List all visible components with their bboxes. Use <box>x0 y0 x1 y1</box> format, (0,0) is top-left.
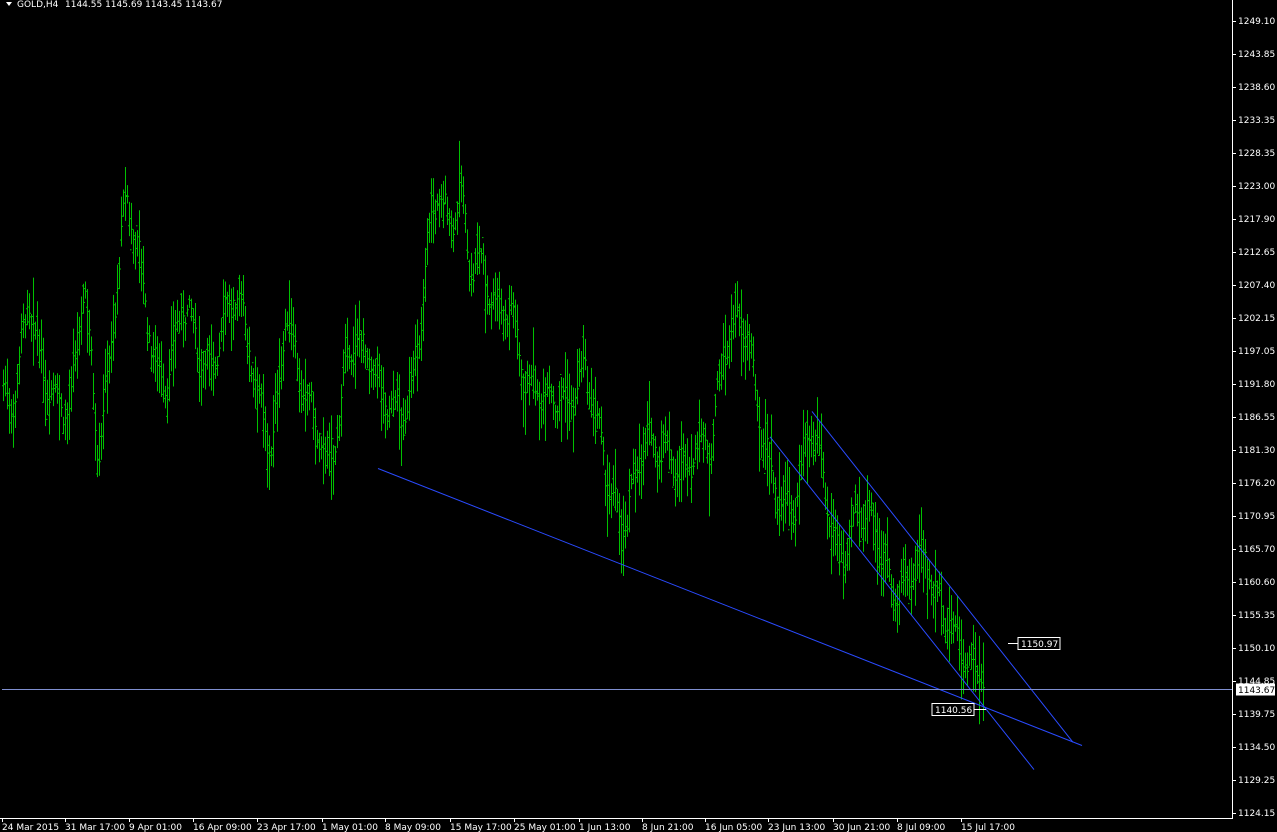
price-tick-label: 1124.15 <box>1238 809 1275 819</box>
time-tick-label: 23 Jun 13:00 <box>768 823 825 832</box>
price-tick-label: 1176.20 <box>1238 479 1275 489</box>
time-tick-label: 15 Jul 17:00 <box>961 823 1015 832</box>
time-tick-label: 24 Mar 2015 <box>2 823 59 832</box>
price-tick-label: 1129.25 <box>1238 776 1275 786</box>
price-tick-label: 1243.85 <box>1238 50 1275 60</box>
price-tick-label: 1233.35 <box>1238 116 1275 126</box>
current-price-tag-label: 1143.67 <box>1238 686 1275 696</box>
price-tick-label: 1202.15 <box>1238 314 1275 324</box>
ohlc-values: 1144.55 1145.69 1143.45 1143.67 <box>65 0 222 10</box>
price-tick-label: 1150.10 <box>1238 644 1275 654</box>
price-tick-label: 1217.90 <box>1238 215 1275 225</box>
price-tick-label: 1134.50 <box>1238 743 1275 753</box>
symbol-label: GOLD,H4 <box>17 0 59 10</box>
price-tick-label: 1181.30 <box>1238 446 1275 456</box>
time-tick-label: 1 Jun 13:00 <box>579 823 631 832</box>
time-tick-label: 16 Jun 05:00 <box>705 823 762 832</box>
time-tick-label: 16 Apr 09:00 <box>193 823 252 832</box>
price-tick-label: 1155.35 <box>1238 611 1275 621</box>
current-price-tag: 1143.67 <box>1236 683 1275 696</box>
time-tick-label: 30 Jun 21:00 <box>833 823 890 832</box>
price-tick-label: 1207.40 <box>1238 281 1275 291</box>
price-tick-label: 1238.60 <box>1238 83 1275 93</box>
time-tick-label: 15 May 17:00 <box>450 823 512 832</box>
time-tick-label: 9 Apr 01:00 <box>129 823 182 832</box>
price-tick-label: 1228.35 <box>1238 149 1275 159</box>
price-tick-label: 1186.55 <box>1238 413 1275 423</box>
price-tick-label: 1191.80 <box>1238 380 1275 390</box>
time-tick-label: 8 Jul 09:00 <box>897 823 946 832</box>
price-tick-label: 1165.70 <box>1238 545 1275 555</box>
time-tick-label: 25 May 01:00 <box>514 823 576 832</box>
chart-background <box>0 0 1277 832</box>
time-tick-label: 8 May 09:00 <box>385 823 441 832</box>
price-tick-label: 1212.65 <box>1238 248 1275 258</box>
price-label-text: 1140.56 <box>935 706 972 716</box>
price-tick-label: 1197.05 <box>1238 347 1275 357</box>
time-tick-label: 1 May 01:00 <box>322 823 378 832</box>
price-tick-label: 1223.00 <box>1238 182 1275 192</box>
time-tick-label: 8 Jun 21:00 <box>642 823 694 832</box>
price-chart[interactable]: 1249.10 1243.85 1238.60 1233.35 1228.35 1223.… <box>0 0 1277 832</box>
price-tick-label: 1160.60 <box>1238 578 1275 588</box>
price-label-text: 1150.97 <box>1021 640 1058 650</box>
price-tick-label: 1139.75 <box>1238 710 1275 720</box>
price-tick-label: 1249.10 <box>1238 17 1275 27</box>
time-tick-label: 31 Mar 17:00 <box>65 823 125 832</box>
price-tick-label: 1170.95 <box>1238 512 1275 522</box>
time-tick-label: 23 Apr 17:00 <box>257 823 316 832</box>
